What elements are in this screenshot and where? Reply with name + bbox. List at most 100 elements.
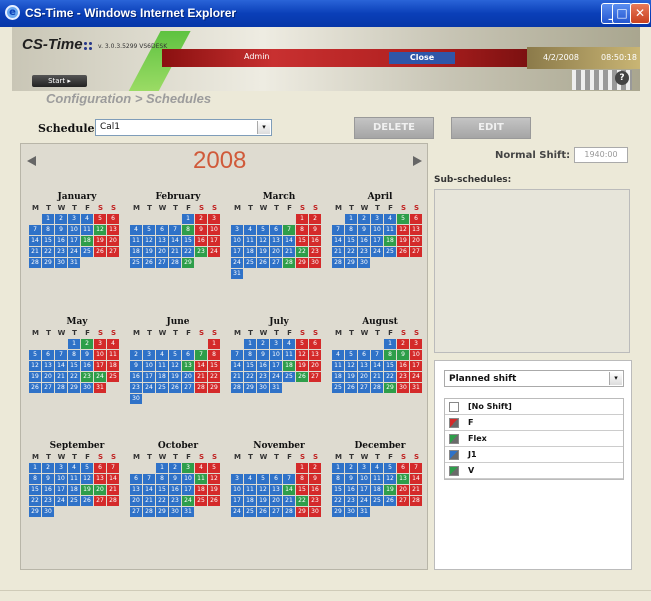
calendar-day[interactable]: 14 [332,236,344,246]
calendar-day[interactable]: 17 [182,485,194,495]
calendar-day[interactable]: 21 [29,247,41,257]
calendar-day[interactable]: 25 [384,247,396,257]
calendar-day[interactable]: 10 [182,474,194,484]
close-session-button[interactable]: Close [389,52,455,64]
calendar-day[interactable]: 9 [81,350,93,360]
calendar-day[interactable]: 4 [107,339,119,349]
calendar-day[interactable]: 1 [332,463,344,473]
calendar-day[interactable]: 8 [384,350,396,360]
calendar-day[interactable]: 25 [332,383,344,393]
calendar-day[interactable]: 3 [231,474,243,484]
calendar-day[interactable]: 13 [182,361,194,371]
calendar-day[interactable]: 9 [257,350,269,360]
calendar-day[interactable]: 13 [156,236,168,246]
calendar-day[interactable]: 13 [358,361,370,371]
calendar-day[interactable]: 16 [257,361,269,371]
calendar-day[interactable]: 27 [130,507,142,517]
calendar-day[interactable]: 8 [296,225,308,235]
calendar-day[interactable]: 3 [68,214,80,224]
help-icon[interactable]: ? [615,71,629,85]
calendar-day[interactable]: 28 [169,258,181,268]
calendar-day[interactable]: 12 [384,474,396,484]
calendar-day[interactable]: 27 [270,507,282,517]
calendar-day[interactable]: 1 [296,463,308,473]
calendar-day[interactable]: 30 [257,383,269,393]
calendar-day[interactable]: 2 [42,463,54,473]
calendar-day[interactable]: 29 [182,258,194,268]
calendar-day[interactable]: 6 [107,214,119,224]
calendar-day[interactable]: 22 [68,372,80,382]
calendar-day[interactable]: 21 [410,485,422,495]
calendar-day[interactable]: 9 [397,350,409,360]
calendar-day[interactable]: 3 [270,339,282,349]
calendar-day[interactable]: 6 [182,350,194,360]
calendar-day[interactable]: 1 [345,214,357,224]
calendar-day[interactable]: 11 [68,474,80,484]
schedule-select[interactable]: Cal1 ▾ [95,119,272,136]
calendar-day[interactable]: 11 [332,361,344,371]
calendar-day[interactable]: 18 [283,361,295,371]
calendar-day[interactable]: 7 [283,474,295,484]
calendar-day[interactable]: 28 [195,383,207,393]
calendar-day[interactable]: 30 [358,258,370,268]
calendar-day[interactable]: 27 [42,383,54,393]
calendar-day[interactable]: 7 [29,225,41,235]
calendar-day[interactable]: 8 [42,225,54,235]
calendar-day[interactable]: 24 [143,383,155,393]
calendar-day[interactable]: 29 [244,383,256,393]
calendar-day[interactable]: 2 [169,463,181,473]
calendar-day[interactable]: 11 [371,474,383,484]
calendar-day[interactable]: 23 [130,383,142,393]
calendar-day[interactable]: 5 [384,463,396,473]
calendar-day[interactable]: 29 [345,258,357,268]
calendar-day[interactable]: 16 [130,372,142,382]
calendar-day[interactable]: 31 [182,507,194,517]
calendar-day[interactable]: 13 [42,361,54,371]
calendar-day[interactable]: 26 [208,496,220,506]
calendar-day[interactable]: 31 [231,269,243,279]
calendar-day[interactable]: 3 [94,339,106,349]
calendar-day[interactable]: 3 [231,225,243,235]
calendar-day[interactable]: 1 [29,463,41,473]
calendar-day[interactable]: 5 [345,350,357,360]
calendar-day[interactable]: 11 [384,225,396,235]
calendar-day[interactable]: 18 [156,372,168,382]
shift-item[interactable]: F [445,415,623,431]
calendar-day[interactable]: 27 [309,372,321,382]
calendar-day[interactable]: 30 [169,507,181,517]
delete-button[interactable]: DELETE [354,117,434,139]
calendar-day[interactable]: 18 [107,361,119,371]
calendar-day[interactable]: 20 [156,247,168,257]
calendar-day[interactable]: 8 [156,474,168,484]
calendar-day[interactable]: 9 [309,474,321,484]
calendar-day[interactable]: 26 [143,258,155,268]
calendar-day[interactable]: 30 [55,258,67,268]
calendar-day[interactable]: 4 [130,225,142,235]
calendar-day[interactable]: 9 [169,474,181,484]
calendar-day[interactable]: 9 [42,474,54,484]
calendar-day[interactable]: 4 [244,225,256,235]
calendar-day[interactable]: 2 [257,339,269,349]
calendar-day[interactable]: 10 [208,225,220,235]
calendar-day[interactable]: 23 [358,247,370,257]
calendar-day[interactable]: 5 [169,350,181,360]
calendar-day[interactable]: 13 [309,350,321,360]
calendar-day[interactable]: 17 [231,496,243,506]
calendar-day[interactable]: 9 [195,225,207,235]
calendar-day[interactable]: 15 [156,485,168,495]
calendar-day[interactable]: 16 [195,236,207,246]
calendar-day[interactable]: 10 [94,350,106,360]
calendar-day[interactable]: 5 [29,350,41,360]
chevron-down-icon[interactable]: ▾ [257,121,270,134]
calendar-day[interactable]: 23 [42,496,54,506]
calendar-day[interactable]: 13 [270,485,282,495]
shift-item[interactable]: [No Shift] [445,399,623,415]
calendar-day[interactable]: 28 [283,507,295,517]
calendar-day[interactable]: 12 [94,225,106,235]
calendar-day[interactable]: 8 [296,474,308,484]
calendar-day[interactable]: 6 [410,214,422,224]
calendar-day[interactable]: 1 [42,214,54,224]
calendar-day[interactable]: 31 [410,383,422,393]
calendar-day[interactable]: 28 [107,496,119,506]
calendar-day[interactable]: 3 [208,214,220,224]
